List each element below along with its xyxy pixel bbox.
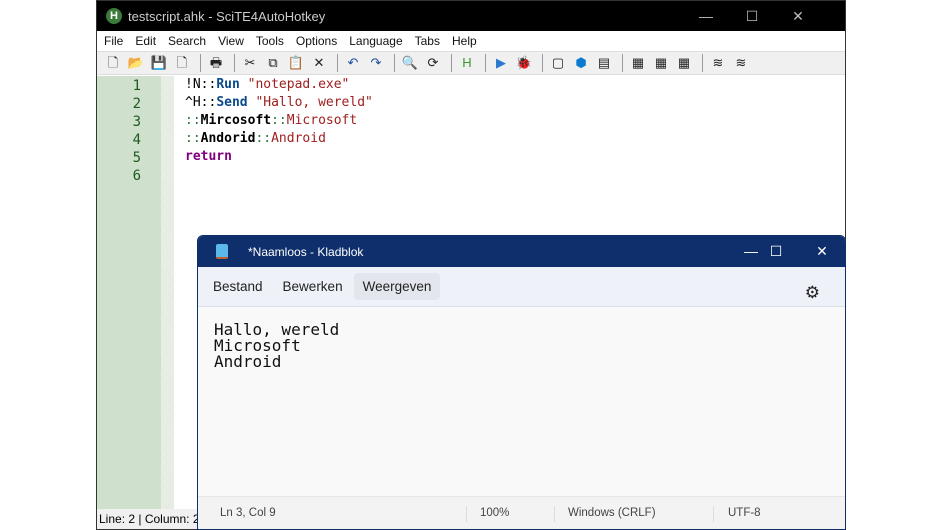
find-icon[interactable]: 🔍 (400, 54, 420, 72)
toolbar-separator (542, 54, 543, 72)
divider (554, 506, 555, 522)
paste-icon[interactable]: 📋 (286, 54, 306, 72)
cut-icon[interactable]: ✂ (240, 54, 260, 72)
line-endings: Windows (CRLF) (568, 507, 656, 519)
code-token: :: (255, 131, 272, 146)
menu-tabs[interactable]: Tabs (415, 34, 440, 48)
window-spy-icon[interactable]: ▤ (594, 54, 614, 72)
redo-icon[interactable]: ↷ (366, 54, 386, 72)
divider (713, 506, 714, 522)
line-number: 4 (132, 132, 141, 148)
code-token: Android (271, 131, 326, 146)
menu-edit[interactable]: Edit (135, 34, 156, 48)
copy-icon[interactable]: ⧉ (263, 54, 283, 72)
menu-tools[interactable]: Tools (256, 34, 284, 48)
cursor-position: Ln 3, Col 9 (220, 507, 276, 519)
code-token: :: (271, 113, 287, 128)
snippet2-icon[interactable]: ≋ (731, 54, 751, 72)
line-number-gutter: 1 2 3 4 5 6 (97, 76, 161, 509)
notepad-window-title: *Naamloos - Kladblok (248, 244, 364, 259)
code-token: return (185, 149, 232, 164)
toolbox1-icon[interactable]: ▦ (628, 54, 648, 72)
new-file-icon[interactable]: 🗋 (103, 54, 123, 72)
line-number: 5 (132, 150, 141, 166)
notepad-close-button[interactable]: ✕ (799, 236, 845, 267)
notepad-title-bar: *Naamloos - Kladblok — ☐ ✕ (198, 236, 845, 267)
code-line[interactable]: return (185, 149, 232, 164)
code-token: "Hallo, wereld" (255, 95, 373, 110)
scite-window-title: testscript.ahk - SciTE4AutoHotkey (128, 8, 326, 24)
line-number: 2 (132, 96, 141, 112)
notepad-text-area[interactable]: Hallo, wereld Microsoft Android (214, 322, 339, 370)
toolbox3-icon[interactable]: ▦ (674, 54, 694, 72)
code-token: !N:: (185, 77, 217, 92)
run-icon[interactable]: ▶ (491, 54, 511, 72)
close-file-icon[interactable]: 🗋 (172, 54, 192, 72)
code-line[interactable]: ::Mircosoft::Microsoft (185, 113, 357, 128)
settings-gear-icon[interactable]: ⚙ (796, 277, 829, 309)
menu-language[interactable]: Language (349, 34, 402, 48)
print-icon[interactable]: 🖶 (206, 54, 226, 72)
delete-icon[interactable]: ✕ (309, 54, 329, 72)
toolbar-separator (702, 54, 703, 72)
toolbar-separator (200, 54, 201, 72)
menu-search[interactable]: Search (168, 34, 206, 48)
toolbar-separator (234, 54, 235, 72)
divider (466, 506, 467, 522)
code-token: Run (216, 77, 240, 92)
line-number: 3 (132, 114, 141, 130)
line-number: 1 (132, 78, 141, 94)
toolbox2-icon[interactable]: ▦ (651, 54, 671, 72)
code-token: Microsoft (286, 113, 358, 128)
menu-options[interactable]: Options (296, 34, 337, 48)
code-token: ^H:: (185, 95, 217, 110)
notepad-icon (216, 244, 228, 259)
toolbar-separator (394, 54, 395, 72)
scite-toolbar: 🗋 📂 💾 🗋 🖶 ✂ ⧉ 📋 ✕ ↶ ↷ 🔍 ⟳ H ▶ 🐞 ▢ ⬢ ▤ ▦ ▦ ▦ ≋ ≋ (97, 52, 845, 75)
snippet1-icon[interactable]: ≋ (708, 54, 728, 72)
notepad-menu-bar: Bestand Bewerken Weergeven ⚙ (198, 267, 845, 307)
menu-help[interactable]: Help (452, 34, 477, 48)
object-icon[interactable]: ⬢ (571, 54, 591, 72)
scite-menu-bar: File Edit Search View Tools Options Language Ta… (97, 31, 845, 52)
code-token: "notepad.exe" (247, 77, 350, 92)
line-number: 6 (132, 168, 141, 184)
code-line[interactable]: ::Andorid::Android (185, 131, 326, 146)
inspect-icon[interactable]: ▢ (548, 54, 568, 72)
menu-view[interactable]: View (218, 34, 244, 48)
code-token: :: (185, 113, 201, 128)
code-token: Andorid (200, 131, 256, 146)
code-line[interactable]: !N::Run "notepad.exe" (185, 77, 349, 92)
undo-icon[interactable]: ↶ (343, 54, 363, 72)
menu-bewerken[interactable]: Bewerken (274, 273, 352, 300)
code-token: Send (216, 95, 248, 110)
toolbar-separator (622, 54, 623, 72)
open-icon[interactable]: 📂 (126, 54, 146, 72)
fold-margin[interactable] (161, 76, 174, 509)
code-token: Mircosoft (200, 113, 272, 128)
toolbar-separator (485, 54, 486, 72)
debug-icon[interactable]: 🐞 (514, 54, 534, 72)
toolbar-separator (337, 54, 338, 72)
autohotkey-icon[interactable]: H (457, 54, 477, 72)
replace-icon[interactable]: ⟳ (423, 54, 443, 72)
encoding: UTF-8 (728, 507, 761, 519)
scite-logo-icon: H (106, 8, 122, 24)
code-line[interactable]: ^H::Send "Hallo, wereld" (185, 95, 373, 110)
notepad-maximize-icon[interactable]: ☐ (753, 236, 799, 267)
notepad-status-bar: Ln 3, Col 9 100% Windows (CRLF) UTF-8 (198, 496, 845, 529)
menu-weergeven[interactable]: Weergeven (353, 273, 441, 300)
notepad-window: *Naamloos - Kladblok — ☐ ✕ Bestand Bewer… (197, 235, 846, 530)
close-button[interactable]: ✕ (775, 1, 821, 31)
menu-bestand[interactable]: Bestand (204, 273, 272, 300)
scite-title-bar: H testscript.ahk - SciTE4AutoHotkey — ☐ … (97, 1, 845, 31)
code-token: :: (185, 131, 201, 146)
toolbar-separator (451, 54, 452, 72)
menu-file[interactable]: File (104, 34, 123, 48)
save-icon[interactable]: 💾 (149, 54, 169, 72)
zoom-level: 100% (480, 507, 510, 519)
minimize-button[interactable]: — (683, 1, 729, 31)
maximize-button[interactable]: ☐ (729, 1, 775, 31)
